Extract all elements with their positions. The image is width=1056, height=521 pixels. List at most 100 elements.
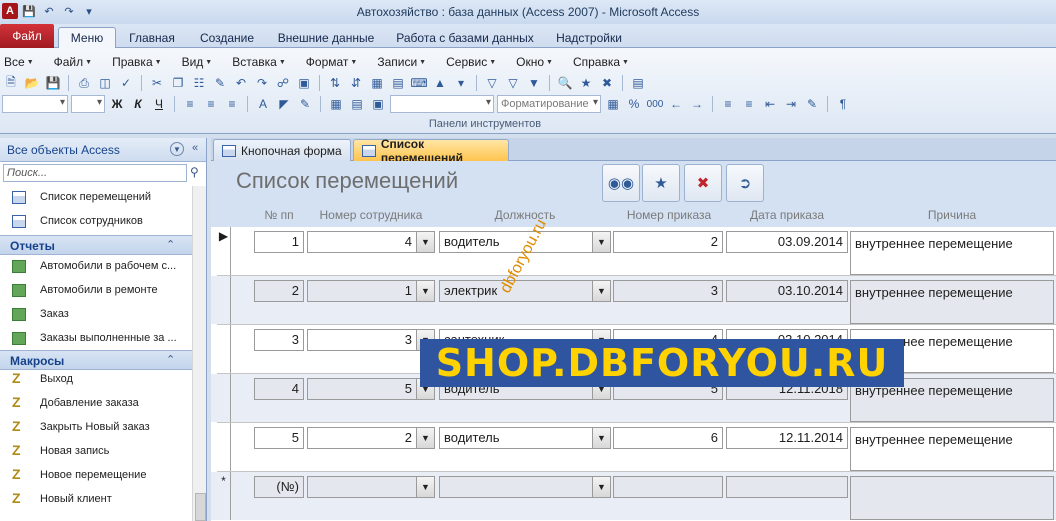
field-position-combo[interactable]: электрик ▼ [439, 280, 611, 302]
nav-item-report[interactable]: Заказы выполненные за ... [0, 327, 192, 351]
menu-all[interactable]: Все ▼ [0, 51, 34, 71]
tab-order-icon[interactable]: ▤ [389, 74, 407, 92]
numbering-icon[interactable]: ≡ [740, 95, 758, 113]
object-combo[interactable] [390, 95, 494, 113]
database-window-icon[interactable]: ▤ [629, 74, 647, 92]
chevron-down-icon[interactable]: ▼ [592, 281, 610, 301]
filter-by-form-icon[interactable]: ▽ [504, 74, 522, 92]
menu-insert[interactable]: Вставка ▼ [228, 51, 286, 71]
italic-icon[interactable]: К [129, 95, 147, 113]
collapse-group-icon[interactable]: ⌃ [166, 353, 175, 366]
menu-edit[interactable]: Правка ▼ [108, 51, 161, 71]
record-selector[interactable] [217, 423, 231, 471]
borders-icon[interactable]: ▤ [348, 95, 366, 113]
new-record-icon[interactable]: ★ [577, 74, 595, 92]
field-position-combo[interactable]: ▼ [439, 476, 611, 498]
search-icon[interactable]: ⚲ [190, 165, 204, 179]
record-selector[interactable] [217, 374, 231, 422]
increase-decimal-icon[interactable]: ← [667, 95, 685, 113]
nav-pane-header[interactable]: Все объекты Access ▼ « [0, 138, 206, 162]
menu-tools[interactable]: Сервис ▼ [442, 51, 496, 71]
nav-group-macros[interactable]: Макросы ⌃ [0, 350, 192, 370]
field-employee-combo[interactable]: 4 ▼ [307, 231, 435, 253]
tab-addins[interactable]: Надстройки [548, 27, 630, 48]
field-reason[interactable]: внутреннее перемещение [850, 427, 1054, 471]
print-preview-icon[interactable]: ◫ [96, 74, 114, 92]
add-record-button[interactable]: ★ [642, 164, 680, 202]
font-size-combo[interactable] [71, 95, 105, 113]
nav-item-report[interactable]: Автомобили в рабочем с... [0, 255, 192, 279]
ole-object-icon[interactable]: ▣ [295, 74, 313, 92]
nav-item-macro[interactable]: Z Выход [0, 368, 192, 392]
field-num[interactable]: 1 [254, 231, 304, 253]
field-order[interactable]: 6 [613, 427, 723, 449]
field-order[interactable] [613, 476, 723, 498]
new-file-icon[interactable]: 🗎 [2, 74, 20, 92]
spellcheck-icon[interactable]: ✓ [117, 74, 135, 92]
nav-group-reports[interactable]: Отчеты ⌃ [0, 235, 192, 255]
scrollbar-thumb[interactable] [195, 493, 206, 521]
record-selector[interactable] [217, 276, 231, 324]
field-employee-combo[interactable]: 1 ▼ [307, 280, 435, 302]
find-icon[interactable]: 🔍 [556, 74, 574, 92]
indent-icon[interactable]: ⇥ [782, 95, 800, 113]
field-employee-combo[interactable]: 3▼ [307, 329, 435, 351]
chevron-down-icon[interactable]: ▼ [416, 281, 434, 301]
nav-item-macro[interactable]: Z Новая запись [0, 440, 192, 464]
nav-item-macro[interactable]: Z Новый клиент [0, 488, 192, 512]
chevron-down-icon[interactable]: ▼ [170, 142, 184, 156]
tab-file[interactable]: Файл [0, 24, 54, 48]
record-selector[interactable] [217, 325, 231, 373]
currency-icon[interactable]: ▦ [604, 95, 622, 113]
tab-external-data[interactable]: Внешние данные [272, 27, 380, 48]
filter-by-selection-icon[interactable]: ▽ [483, 74, 501, 92]
new-record-indicator[interactable]: * [217, 472, 231, 520]
field-date[interactable]: 12.11.2014 [726, 427, 848, 449]
decrease-decimal-icon[interactable]: → [688, 95, 706, 113]
hyperlink-icon[interactable]: ☍ [274, 74, 292, 92]
thousands-icon[interactable]: 000 [646, 95, 664, 113]
fill-color-icon[interactable]: ◤ [275, 95, 293, 113]
apply-filter-icon[interactable]: ▼ [525, 74, 543, 92]
menu-file[interactable]: Файл ▼ [50, 51, 92, 71]
field-order[interactable]: 2 [613, 231, 723, 253]
tab-database-tools[interactable]: Работа с базами данных [390, 27, 540, 48]
relationships-icon[interactable]: ▦ [368, 74, 386, 92]
align-left-icon[interactable]: ≡ [181, 95, 199, 113]
nav-item-macro[interactable]: Z Новое перемещение [0, 464, 192, 488]
new-record-row[interactable]: * (№) ▼ ▼ [211, 472, 1056, 520]
doc-tab-switchboard[interactable]: Кнопочная форма [213, 139, 351, 161]
copy-icon[interactable]: ❐ [169, 74, 187, 92]
align-center-icon[interactable]: ≡ [202, 95, 220, 113]
undo-icon[interactable]: ↶ [232, 74, 250, 92]
sort-asc-icon[interactable]: ⇅ [326, 74, 344, 92]
nav-scrollbar[interactable] [192, 186, 206, 521]
save-icon[interactable]: 💾 [44, 74, 62, 92]
cut-icon[interactable]: ✂ [148, 74, 166, 92]
menu-window[interactable]: Окно ▼ [512, 51, 553, 71]
field-employee-combo[interactable]: 2 ▼ [307, 427, 435, 449]
menu-view[interactable]: Вид ▼ [178, 51, 213, 71]
print-icon[interactable]: ⎙ [75, 74, 93, 92]
close-form-button[interactable]: ➲ [726, 164, 764, 202]
tab-menu[interactable]: Меню [58, 27, 116, 48]
field-reason[interactable]: внутреннее перемещение [850, 280, 1054, 324]
font-color-icon[interactable]: A [254, 95, 272, 113]
align-right-icon[interactable]: ≡ [223, 95, 241, 113]
nav-item-macro[interactable]: Z Закрыть Новый заказ [0, 416, 192, 440]
field-num[interactable]: 4 [254, 378, 304, 400]
chart-icon[interactable]: ▲ [431, 74, 449, 92]
field-employee-combo[interactable]: ▼ [307, 476, 435, 498]
field-employee-combo[interactable]: 5 ▼ [307, 378, 435, 400]
bold-icon[interactable]: Ж [108, 95, 126, 113]
delete-record-button[interactable]: ✖ [684, 164, 722, 202]
number-format-combo[interactable]: Форматирование [497, 95, 601, 113]
current-record-indicator[interactable]: ▶ [217, 227, 231, 275]
field-date[interactable]: 03.09.2014 [726, 231, 848, 253]
chevron-down-icon[interactable]: ▼ [416, 477, 434, 497]
delete-record-icon[interactable]: ✖ [598, 74, 616, 92]
field-reason[interactable]: внутреннее перемещение [850, 231, 1054, 275]
find-button[interactable]: ◉◉ [602, 164, 640, 202]
field-date[interactable]: 03.10.2014 [726, 280, 848, 302]
chevron-down-icon[interactable]: ▼ [416, 428, 434, 448]
